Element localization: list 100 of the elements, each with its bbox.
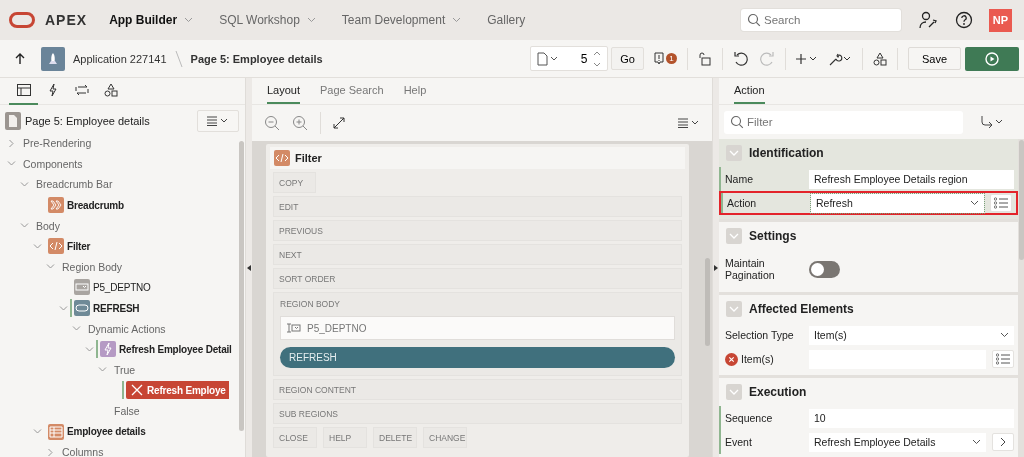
tree-node[interactable]: Employee details	[48, 422, 147, 441]
page-title: Page 5: Employee details	[190, 52, 323, 65]
app-icon[interactable]	[41, 46, 65, 71]
expand-chevron-icon[interactable]	[19, 180, 29, 189]
nav-menu-item[interactable]: App Builder	[109, 13, 178, 27]
save-button[interactable]: Save	[908, 47, 961, 70]
go-button[interactable]: Go	[611, 47, 644, 70]
tree-node[interactable]: Region Body	[61, 258, 124, 275]
text-field[interactable]: 10	[809, 408, 1014, 428]
help-icon[interactable]	[955, 11, 973, 29]
go-to-menu-icon[interactable]	[981, 116, 1003, 128]
toggle-switch[interactable]	[809, 260, 840, 278]
position-slot[interactable]: SUB REGIONS	[273, 403, 682, 424]
position-slot[interactable]: REGION CONTENT	[273, 379, 682, 400]
collapse-arrow-icon[interactable]	[247, 264, 251, 271]
tree-node[interactable]: Breadcrumb	[48, 196, 125, 215]
collapse-icon[interactable]	[726, 384, 742, 400]
position-slot[interactable]: SORT ORDER	[273, 268, 682, 289]
nav-menu-item[interactable]: SQL Workshop	[219, 13, 300, 27]
select-field[interactable]: Item(s)	[809, 325, 1014, 345]
position-slot[interactable]: NEXT	[273, 244, 682, 265]
menu-icon[interactable]	[678, 118, 700, 128]
expand-chevron-icon[interactable]	[6, 138, 16, 148]
breadcrumb-separator	[174, 49, 183, 68]
tree-node[interactable]: Columns	[61, 444, 105, 457]
expand-icon[interactable]	[333, 117, 345, 129]
tree-node[interactable]: Refresh Employe	[126, 381, 229, 400]
collapse-arrow-icon[interactable]	[714, 264, 718, 271]
expand-chevron-icon[interactable]	[58, 303, 68, 313]
brand-name: APEX	[45, 12, 88, 28]
position-slot[interactable]: PREVIOUS	[273, 220, 682, 241]
collapse-icon[interactable]	[726, 145, 742, 161]
search-field[interactable]: Search	[741, 9, 901, 31]
page-menu-icon[interactable]	[537, 51, 560, 66]
wrench-menu-icon[interactable]	[828, 51, 852, 66]
position-slot[interactable]: EDIT	[273, 196, 682, 217]
page-button[interactable]: REFRESH	[280, 347, 675, 368]
position-slot[interactable]: REGION BODY P5_DEPTNO REFRESH	[273, 292, 682, 376]
position-slot[interactable]: CHANGE	[423, 427, 467, 448]
page-item[interactable]: P5_DEPTNO	[307, 322, 367, 334]
tree-root[interactable]: Page 5: Employee details	[25, 115, 150, 127]
tree-node[interactable]: False	[113, 403, 141, 419]
property-label: Event	[725, 436, 752, 448]
nav-menu-item[interactable]: Gallery	[487, 13, 526, 27]
up-arrow-icon[interactable]	[15, 52, 25, 65]
list-button[interactable]	[990, 194, 1012, 212]
select-field[interactable]: Refresh	[811, 193, 984, 213]
loop-icon	[74, 84, 89, 96]
property-label: Item(s)	[741, 353, 774, 365]
panel-tab[interactable]: Page Search	[320, 84, 384, 104]
undo-icon[interactable]	[733, 50, 749, 67]
chevron-down-icon[interactable]	[452, 17, 462, 23]
user-avatar[interactable]: NP	[989, 8, 1012, 32]
tree-node[interactable]: REFRESH	[74, 299, 141, 318]
tree-node[interactable]: Components	[22, 155, 84, 172]
tree-node[interactable]: Dynamic Actions	[87, 320, 167, 337]
chevron-down-icon[interactable]	[184, 17, 194, 23]
tree-node[interactable]: Pre-Rendering	[22, 135, 93, 152]
page-number-field[interactable]: 5	[565, 51, 588, 66]
filter-field[interactable]: Filter	[724, 110, 963, 134]
tree-node[interactable]: Breadcrumb Bar	[35, 176, 114, 193]
expand-chevron-icon[interactable]	[45, 447, 55, 457]
position-slot[interactable]: DELETE	[373, 427, 417, 448]
menu-button[interactable]	[197, 110, 239, 132]
add-menu-icon[interactable]	[796, 52, 818, 65]
tree-node[interactable]: Body	[35, 217, 61, 234]
list-icon	[994, 197, 1008, 209]
list-button[interactable]	[992, 350, 1014, 368]
lightning-icon	[47, 83, 58, 97]
chevron-down-icon[interactable]	[306, 17, 316, 23]
panel-tab[interactable]: Layout	[267, 84, 301, 104]
zoom-out-icon[interactable]	[264, 115, 280, 131]
panel-tab[interactable]: Action	[734, 84, 765, 104]
position-slot[interactable]: HELP	[323, 427, 367, 448]
zoom-in-icon[interactable]	[292, 115, 308, 131]
menu-icon	[207, 116, 229, 126]
position-slot[interactable]: COPY	[273, 172, 316, 193]
application-link[interactable]: Application 227141	[73, 52, 167, 65]
tree-node[interactable]: Filter	[48, 237, 92, 256]
warning-icon[interactable]	[654, 51, 664, 66]
user-wrench-icon[interactable]	[918, 11, 938, 29]
select-field[interactable]: Refresh Employee Details	[809, 432, 986, 452]
nav-menu-item[interactable]: Team Development	[341, 13, 446, 27]
position-slot[interactable]: CLOSE	[273, 427, 317, 448]
tree-node[interactable]: P5_DEPTNO	[74, 278, 152, 297]
expand-chevron-icon[interactable]	[32, 241, 42, 251]
region-card[interactable]: Filter COPY EDIT PREVIOUS NEXT SORT ORDER REGION BODY P5_DEPTNO REFRESH REGION CONTENT SUB REGIONS CLOSE HELP DELETE CHANGE	[266, 144, 689, 457]
shapes-icon[interactable]	[873, 51, 887, 66]
expand-chevron-icon[interactable]	[84, 344, 94, 354]
text-field[interactable]: Refresh Employee Details region	[809, 169, 1014, 189]
layout-icon	[16, 84, 31, 96]
collapse-icon[interactable]	[726, 228, 742, 244]
tree-node[interactable]: True	[113, 361, 137, 378]
panel-tab[interactable]: Help	[403, 84, 427, 104]
chevron-down-icon	[972, 439, 981, 445]
collapse-icon[interactable]	[726, 301, 742, 317]
run-button[interactable]	[965, 46, 1019, 71]
unlock-icon[interactable]	[698, 51, 712, 66]
region-title: Filter	[295, 152, 322, 164]
tree-node[interactable]: Refresh Employee Detail	[100, 340, 233, 359]
